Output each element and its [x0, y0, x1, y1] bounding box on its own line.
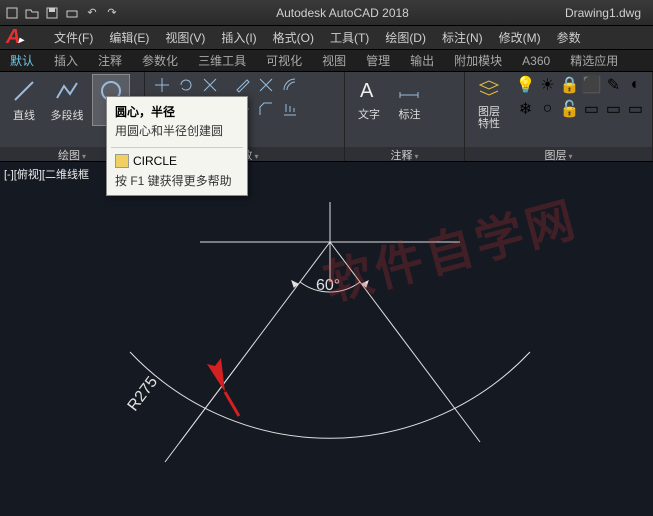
- tooltip: 圆心，半径 用圆心和半径创建圆 CIRCLE 按 F1 键获得更多帮助: [106, 96, 248, 196]
- tab-view[interactable]: 视图: [312, 52, 356, 69]
- erase-icon[interactable]: [231, 74, 253, 96]
- move-icon[interactable]: [151, 74, 173, 96]
- layer-tools: 💡 ☀ 🔒 ⬛ ✎ ◐ ❄ ○ 🔓 ▭ ▭ ▭: [515, 74, 645, 120]
- text-button[interactable]: A 文字: [351, 74, 387, 124]
- panel-annotate: A 文字 标注 注释: [345, 72, 465, 161]
- chamfer-icon[interactable]: [255, 98, 277, 120]
- menu-edit[interactable]: 编辑(E): [101, 29, 157, 46]
- radius-text: R275: [125, 374, 162, 415]
- title-bar: ↶ ↷ Autodesk AutoCAD 2018 Drawing1.dwg: [0, 0, 653, 26]
- lock2-icon[interactable]: 🔓: [559, 98, 579, 120]
- layer3-icon[interactable]: ▭: [625, 98, 645, 120]
- app-logo[interactable]: A▸: [2, 26, 46, 49]
- bulb-icon[interactable]: 💡: [515, 74, 535, 96]
- menu-bar: A▸ 文件(F) 编辑(E) 视图(V) 插入(I) 格式(O) 工具(T) 绘…: [0, 26, 653, 50]
- offset-icon[interactable]: [279, 74, 301, 96]
- layers-icon: [475, 76, 503, 104]
- command-icon: [115, 154, 129, 168]
- tab-output[interactable]: 输出: [400, 52, 444, 69]
- lock-icon[interactable]: 🔒: [559, 74, 579, 96]
- freeze-icon[interactable]: ❄: [515, 98, 535, 120]
- arrow-annotation: [207, 358, 225, 392]
- drawing-canvas[interactable]: [-][俯视][二维线框 软件自学网 60° R275: [0, 162, 653, 516]
- panel-layer: 图层 特性 💡 ☀ 🔒 ⬛ ✎ ◐ ❄ ○ 🔓 ▭ ▭ ▭ 图层: [465, 72, 653, 161]
- line-button[interactable]: 直线: [6, 75, 42, 125]
- viewport-label[interactable]: [-][俯视][二维线框: [4, 166, 89, 182]
- app-title: Autodesk AutoCAD 2018: [120, 6, 565, 20]
- menu-modify[interactable]: 修改(M): [491, 29, 549, 46]
- panel-label-annotate[interactable]: 注释: [345, 147, 464, 161]
- tab-param[interactable]: 参数化: [132, 52, 188, 69]
- match-icon[interactable]: ✎: [603, 74, 623, 96]
- tab-default[interactable]: 默认: [0, 52, 44, 69]
- menu-param[interactable]: 参数: [549, 29, 589, 46]
- redo-icon[interactable]: ↷: [104, 5, 120, 21]
- tab-visualize[interactable]: 可视化: [256, 52, 312, 69]
- tooltip-desc: 用圆心和半径创建圆: [107, 122, 247, 145]
- pline-button[interactable]: 多段线: [46, 75, 87, 125]
- menu-insert[interactable]: 插入(I): [213, 29, 264, 46]
- svg-text:A: A: [360, 80, 374, 102]
- menu-view[interactable]: 视图(V): [157, 29, 213, 46]
- panel-label-layer[interactable]: 图层: [465, 147, 652, 161]
- menu-draw[interactable]: 绘图(D): [377, 29, 434, 46]
- explode-icon[interactable]: [255, 74, 277, 96]
- tab-a360[interactable]: A360: [512, 54, 560, 68]
- dim-icon: [395, 76, 423, 104]
- tab-annotate[interactable]: 注释: [88, 52, 132, 69]
- tab-featured[interactable]: 精选应用: [560, 52, 628, 69]
- tooltip-help: 按 F1 键获得更多帮助: [107, 172, 247, 195]
- align-icon[interactable]: [279, 98, 301, 120]
- off-icon[interactable]: ○: [537, 98, 557, 120]
- tab-manage[interactable]: 管理: [356, 52, 400, 69]
- drawing-svg: 60° R275: [0, 162, 653, 516]
- save-icon[interactable]: [44, 5, 60, 21]
- undo-icon[interactable]: ↶: [84, 5, 100, 21]
- tab-addon[interactable]: 附加模块: [444, 52, 512, 69]
- open-icon[interactable]: [24, 5, 40, 21]
- line-icon: [10, 77, 38, 105]
- qat: ↶ ↷: [4, 5, 120, 21]
- color-icon[interactable]: ⬛: [581, 74, 601, 96]
- doc-name: Drawing1.dwg: [565, 6, 641, 20]
- layer1-icon[interactable]: ▭: [581, 98, 601, 120]
- menu-tools[interactable]: 工具(T): [322, 29, 377, 46]
- sun-icon[interactable]: ☀: [537, 74, 557, 96]
- angle-text: 60°: [316, 277, 340, 294]
- layer-props-button[interactable]: 图层 特性: [471, 74, 507, 132]
- trim-icon[interactable]: [199, 74, 221, 96]
- text-icon: A: [355, 76, 383, 104]
- print-icon[interactable]: [64, 5, 80, 21]
- pline-icon: [53, 77, 81, 105]
- menu-dim[interactable]: 标注(N): [434, 29, 491, 46]
- tooltip-cmd: CIRCLE: [133, 154, 177, 168]
- menu-format[interactable]: 格式(O): [265, 29, 322, 46]
- ribbon: 直线 多段线 圆 绘图: [0, 72, 653, 162]
- tooltip-title: 圆心，半径: [107, 97, 247, 122]
- tab-insert[interactable]: 插入: [44, 52, 88, 69]
- tab-3d[interactable]: 三维工具: [188, 52, 256, 69]
- new-icon[interactable]: [4, 5, 20, 21]
- isolate-icon[interactable]: ◐: [625, 74, 645, 96]
- menu-file[interactable]: 文件(F): [46, 29, 101, 46]
- layer2-icon[interactable]: ▭: [603, 98, 623, 120]
- rotate-icon[interactable]: [175, 74, 197, 96]
- dim-button[interactable]: 标注: [391, 74, 427, 124]
- ribbon-tabs: 默认 插入 注释 参数化 三维工具 可视化 视图 管理 输出 附加模块 A360…: [0, 50, 653, 72]
